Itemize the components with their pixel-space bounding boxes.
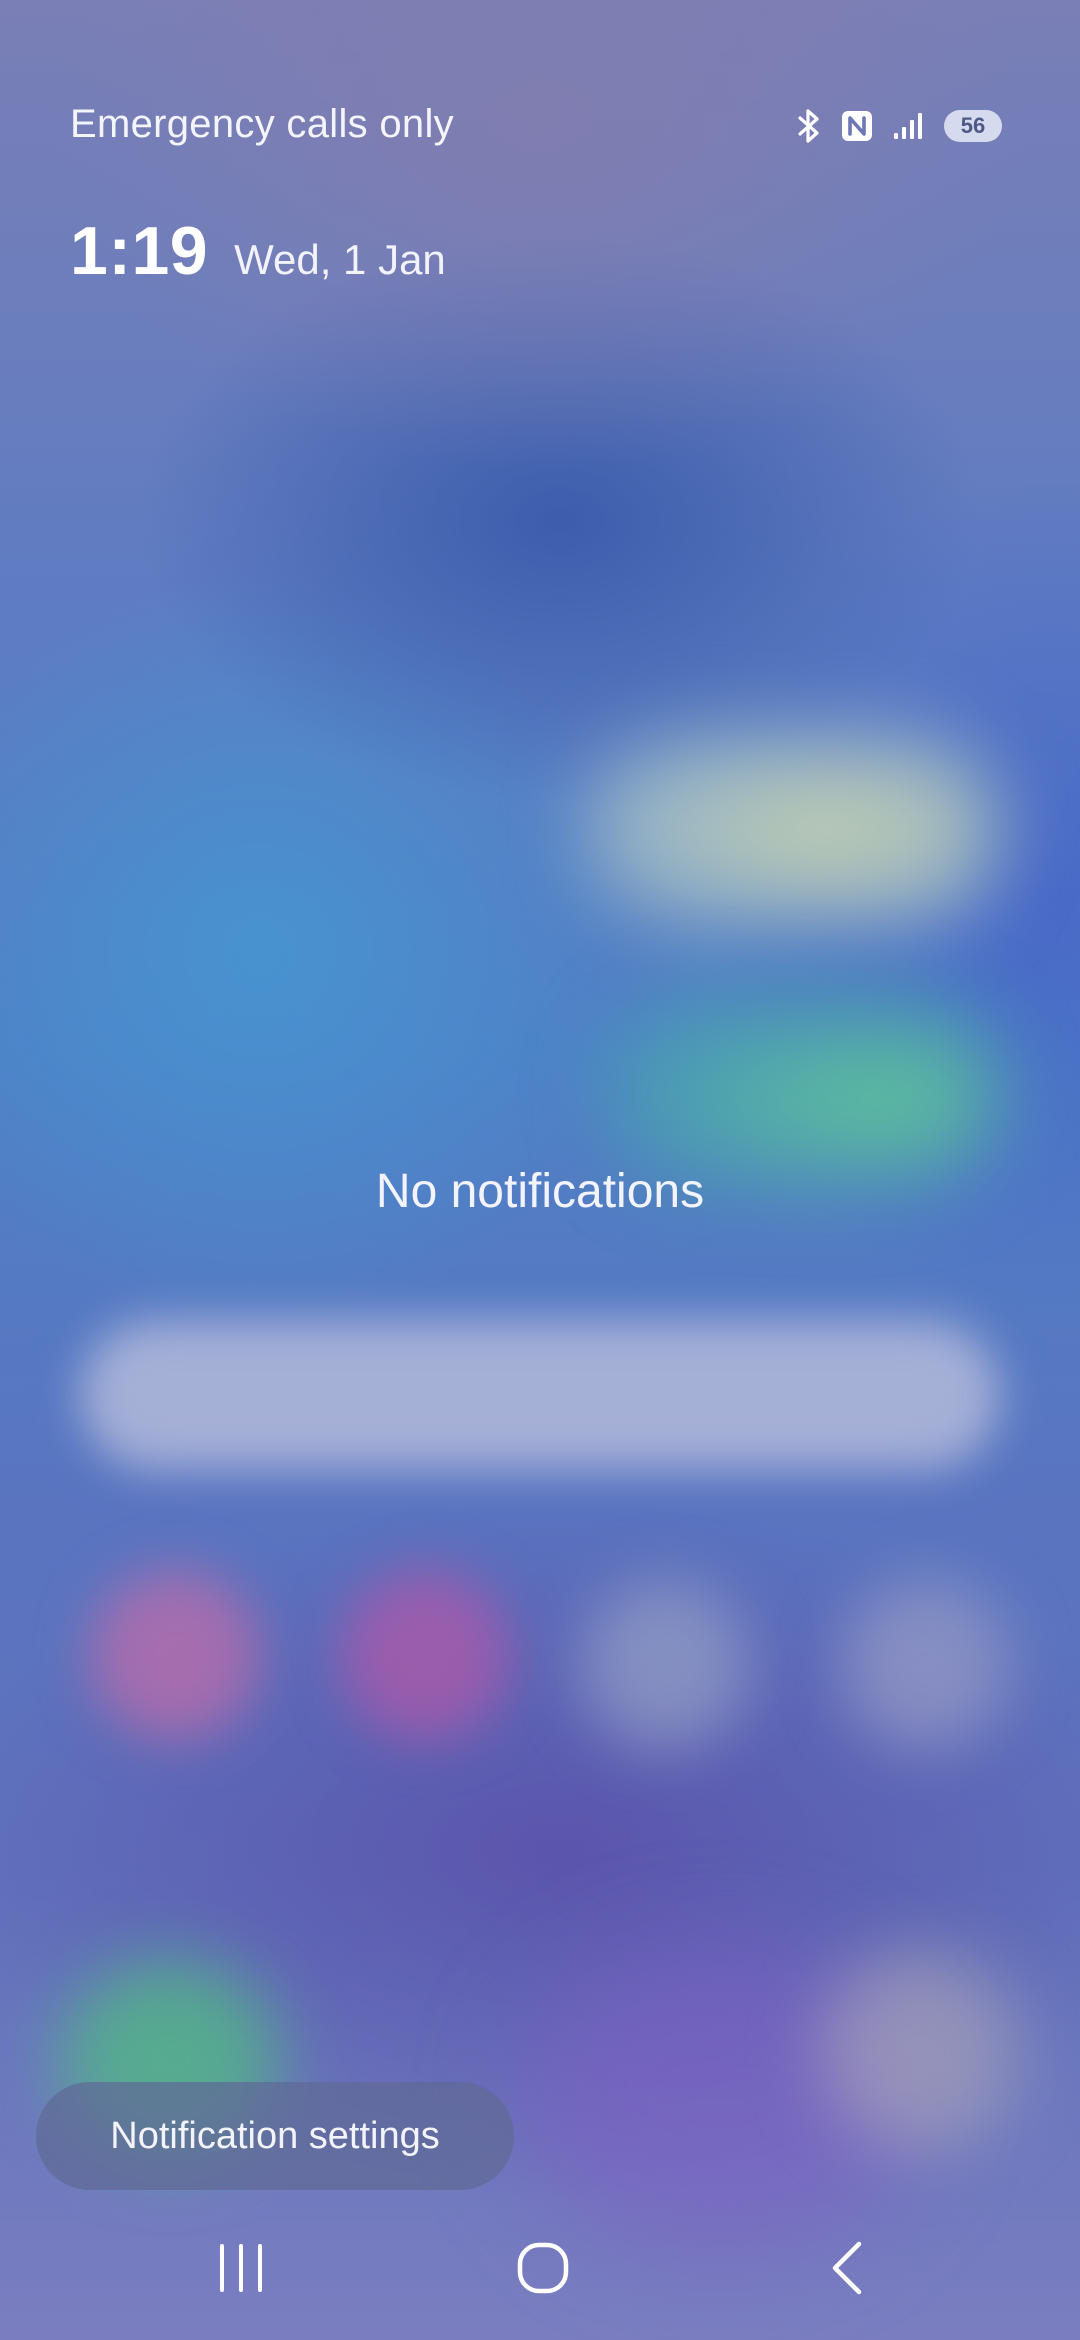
clock-time: 1:19 bbox=[70, 213, 209, 289]
blurred-widget bbox=[600, 990, 1000, 1190]
blurred-app-icon bbox=[90, 1570, 260, 1740]
status-bar: Emergency calls only 56 bbox=[0, 0, 1080, 160]
navigation-bar bbox=[0, 2220, 1080, 2320]
bluetooth-icon bbox=[796, 108, 822, 144]
status-icons: 56 bbox=[796, 108, 1002, 144]
clock-date: Wed, 1 Jan bbox=[234, 236, 446, 283]
blurred-dock-icon bbox=[820, 1950, 1020, 2150]
blurred-widget bbox=[580, 730, 1000, 930]
clock-row[interactable]: 1:19 Wed, 1 Jan bbox=[70, 212, 446, 290]
back-icon bbox=[827, 2240, 867, 2301]
back-button[interactable] bbox=[767, 2220, 927, 2320]
nfc-icon bbox=[840, 109, 874, 143]
recents-icon bbox=[216, 2242, 266, 2299]
home-button[interactable] bbox=[463, 2220, 623, 2320]
blurred-app-icon bbox=[340, 1570, 510, 1740]
signal-icon bbox=[892, 111, 926, 141]
blurred-app-icon bbox=[840, 1580, 1010, 1750]
blurred-search-bar bbox=[80, 1320, 1000, 1470]
battery-indicator: 56 bbox=[944, 110, 1002, 142]
blurred-app-icon bbox=[580, 1580, 750, 1750]
no-notifications-message: No notifications bbox=[375, 1165, 705, 1218]
notification-settings-button[interactable]: Notification settings bbox=[36, 2082, 514, 2190]
home-icon bbox=[516, 2241, 570, 2300]
carrier-status-text: Emergency calls only bbox=[70, 102, 454, 146]
recents-button[interactable] bbox=[161, 2220, 321, 2320]
